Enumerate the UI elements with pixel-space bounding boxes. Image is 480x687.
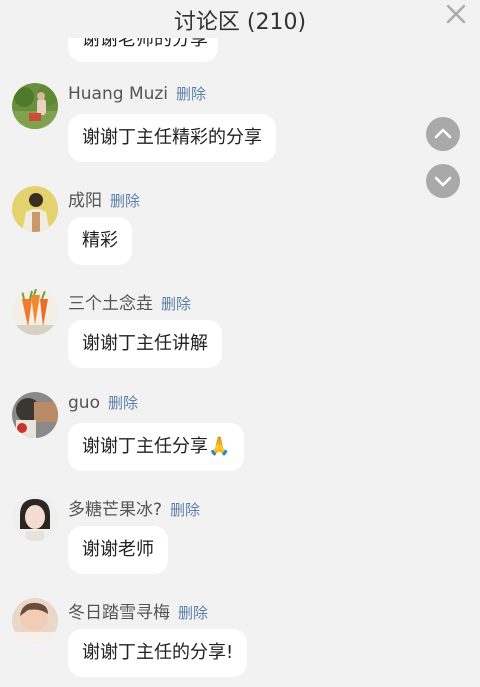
delete-link[interactable]: 删除 (108, 394, 138, 412)
garden-photo-avatar[interactable] (12, 83, 58, 129)
comment-meta: 冬日踏雪寻梅 删除 (68, 598, 208, 623)
close-icon (446, 4, 466, 24)
comment-meta: 多糖芒果冰? 删除 (68, 495, 200, 520)
username[interactable]: 多糖芒果冰? (68, 500, 162, 520)
username[interactable]: 成阳 (68, 191, 102, 211)
scroll-up-button[interactable] (426, 117, 460, 151)
delete-link[interactable]: 删除 (161, 295, 191, 313)
comment-bubble: 谢谢丁主任分享🙏 (68, 423, 245, 471)
comment-meta: 成阳 删除 (68, 186, 140, 211)
baby-photo-avatar[interactable] (12, 598, 58, 644)
scroll-down-button[interactable] (426, 164, 460, 198)
page-title: 讨论区 (210) (173, 10, 307, 35)
person-photo-avatar[interactable] (12, 186, 58, 232)
comment-bubble: 谢谢丁主任讲解 (68, 320, 222, 368)
username[interactable]: 冬日踏雪寻梅 (68, 603, 170, 623)
woman-photo-avatar[interactable] (12, 495, 58, 541)
comment-meta: 三个土念垚 删除 (68, 289, 191, 314)
chevron-down-icon (434, 176, 452, 187)
comment-bubble: 精彩 (68, 217, 132, 265)
comment-bubble: 谢谢丁主任精彩的分享 (68, 114, 276, 162)
delete-link[interactable]: 删除 (176, 85, 206, 103)
delete-link[interactable]: 删除 (170, 501, 200, 519)
username[interactable]: Huang Muzi (68, 84, 168, 104)
comment-bubble: 谢谢老师 (68, 526, 168, 574)
comment-feed[interactable]: 谢谢老师的分享 Huang Muzi 删除 谢谢丁主任精彩的分享 成阳 删除 精… (0, 0, 480, 687)
carrots-avatar[interactable] (12, 289, 58, 335)
username[interactable]: 三个土念垚 (68, 294, 153, 314)
comment-meta: guo 删除 (68, 392, 138, 416)
photo-avatar[interactable] (12, 392, 58, 438)
delete-link[interactable]: 删除 (110, 192, 140, 210)
close-button[interactable] (442, 0, 470, 28)
comment-bubble: 谢谢丁主任的分享! (68, 629, 248, 677)
username[interactable]: guo (68, 393, 100, 413)
chevron-up-icon (434, 128, 452, 139)
comment-meta: Huang Muzi 删除 (68, 83, 206, 107)
delete-link[interactable]: 删除 (178, 604, 208, 622)
header: 讨论区 (210) (0, 0, 480, 38)
